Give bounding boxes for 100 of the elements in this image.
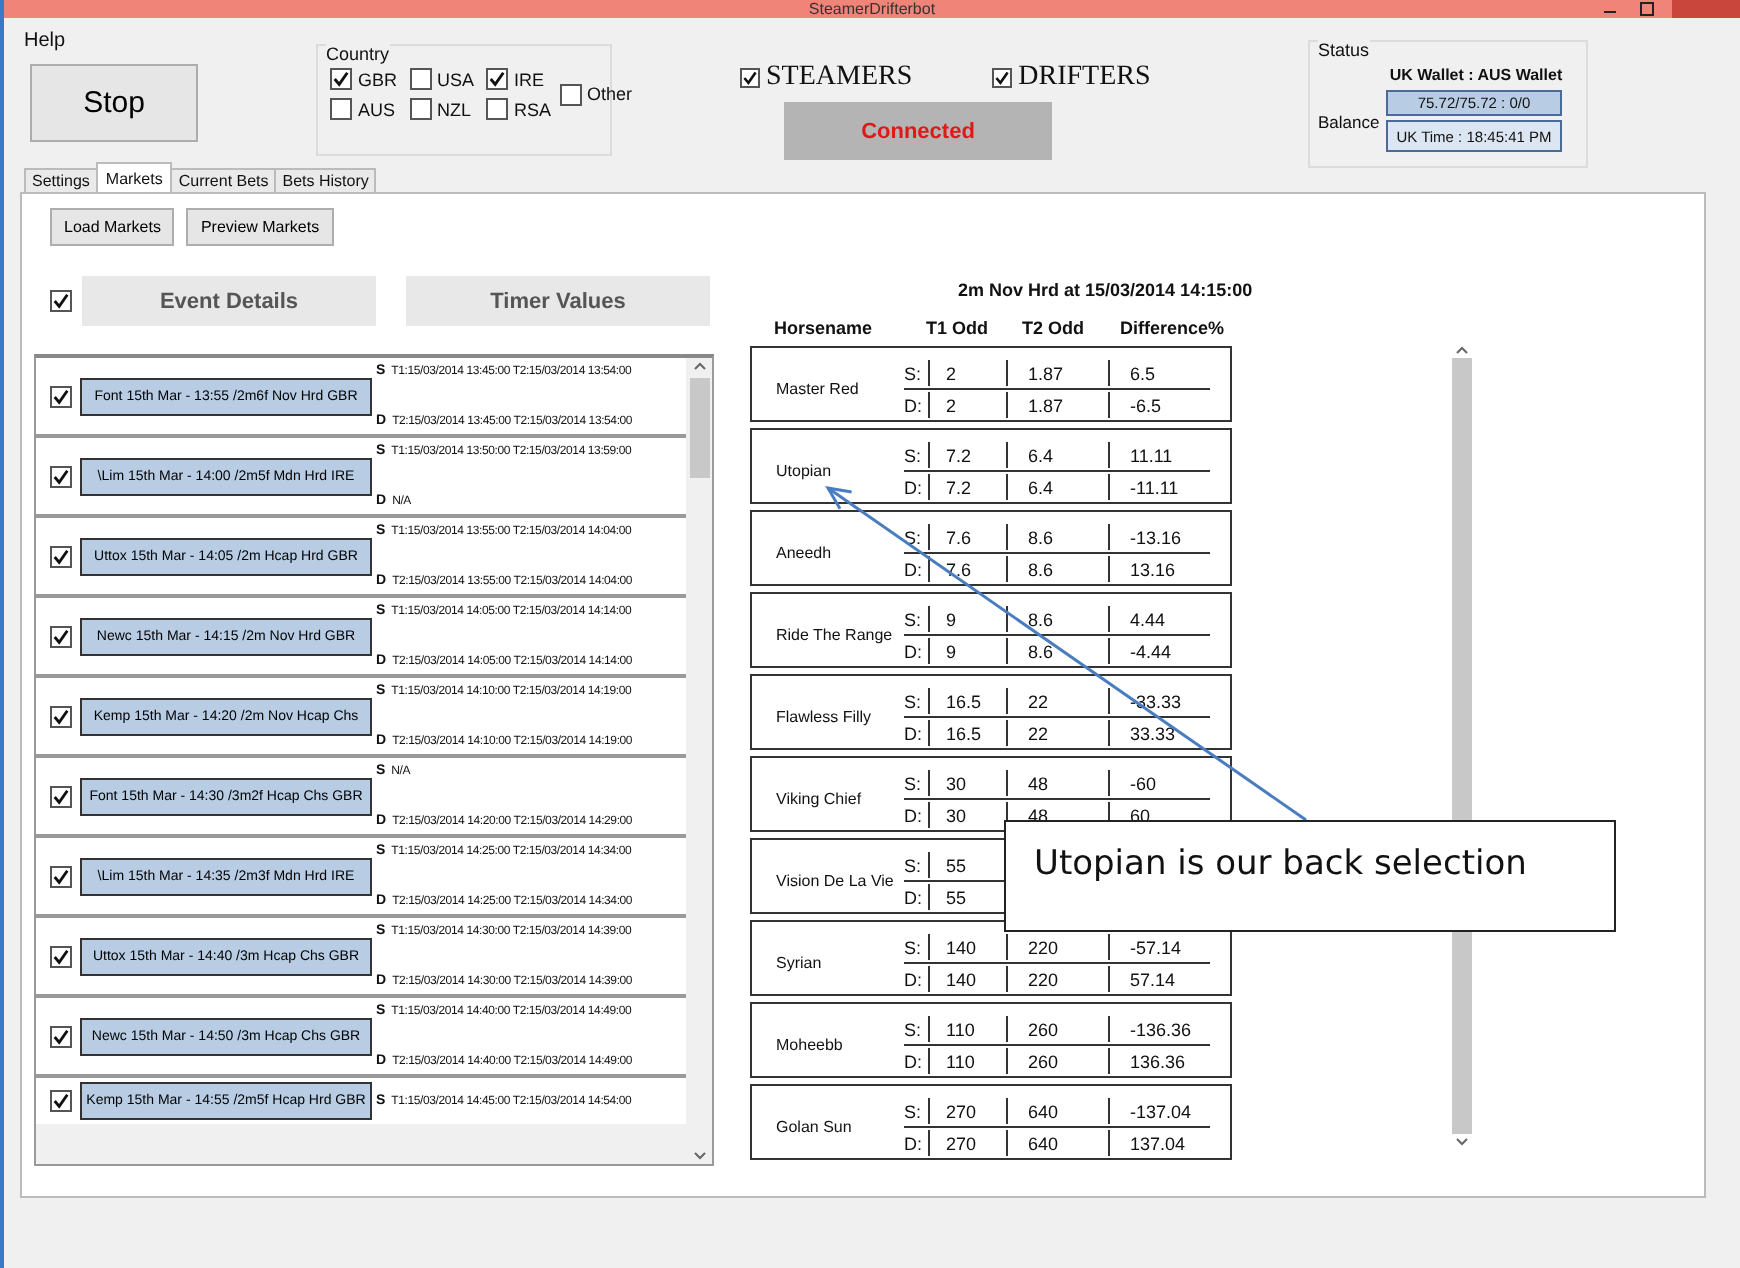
checkbox[interactable] bbox=[330, 98, 352, 120]
odds-value: 140 bbox=[946, 969, 977, 989]
checkbox[interactable] bbox=[486, 68, 509, 90]
checkbox[interactable] bbox=[50, 1090, 72, 1112]
checkbox[interactable] bbox=[559, 83, 582, 105]
difference-value: 137.04 bbox=[1130, 1133, 1186, 1153]
horse-name: Aneedh bbox=[774, 544, 834, 562]
checkbox[interactable] bbox=[50, 545, 72, 567]
column-header: Horsename bbox=[772, 318, 875, 342]
market-title: 2m Nov Hrd at 15/03/2014 14:15:00 bbox=[958, 280, 1255, 300]
checkbox[interactable] bbox=[50, 945, 72, 967]
horse-name: Utopian bbox=[774, 462, 834, 480]
scroll-thumb[interactable] bbox=[689, 378, 709, 478]
checkbox-label: RSA bbox=[514, 99, 552, 119]
odds-value: 220 bbox=[1028, 969, 1059, 989]
checkbox[interactable] bbox=[330, 68, 352, 90]
odds-value: 9 bbox=[946, 641, 957, 661]
odds-value: 8.6 bbox=[1028, 641, 1054, 661]
difference-value: -4.44 bbox=[1130, 641, 1172, 661]
checkbox-label: Other bbox=[587, 84, 633, 104]
horse-name: Syrian bbox=[774, 954, 824, 972]
odds-value: 260 bbox=[1028, 1051, 1059, 1071]
odds-value: 220 bbox=[1028, 937, 1059, 957]
checkbox-label: IRE bbox=[514, 69, 545, 89]
odds-value: 7.2 bbox=[946, 445, 972, 465]
odds-value: 6.4 bbox=[1028, 477, 1054, 497]
checkbox[interactable] bbox=[50, 385, 72, 407]
checkbox[interactable] bbox=[740, 68, 760, 88]
checkbox[interactable] bbox=[992, 68, 1013, 88]
tab[interactable]: Markets bbox=[95, 162, 173, 192]
row-label: D: bbox=[904, 638, 930, 664]
odds-value: 270 bbox=[946, 1101, 977, 1121]
checkbox-label: USA bbox=[437, 69, 475, 89]
horse-name: Golan Sun bbox=[774, 1118, 854, 1136]
odds-value: 22 bbox=[1028, 723, 1049, 743]
group-title: Country bbox=[326, 44, 390, 64]
checkbox[interactable] bbox=[50, 465, 72, 487]
odds-value: 110 bbox=[946, 1019, 975, 1039]
odds-value: 270 bbox=[946, 1133, 977, 1153]
odds-value: 7.2 bbox=[946, 477, 972, 497]
column-header: Difference% bbox=[1120, 318, 1225, 342]
row-label: D: bbox=[904, 802, 930, 828]
tab[interactable]: Current Bets bbox=[170, 168, 277, 192]
checkbox[interactable] bbox=[50, 865, 72, 887]
window-title: SteamerDrifterbot bbox=[808, 0, 936, 18]
checkbox-label: GBR bbox=[358, 69, 398, 89]
difference-value: -136.36 bbox=[1130, 1019, 1192, 1039]
column-header[interactable]: Event Details bbox=[82, 276, 376, 326]
horse-name: Viking Chief bbox=[774, 790, 864, 808]
row-label: D: bbox=[904, 556, 930, 582]
odds-value: 110 bbox=[946, 1051, 975, 1071]
odds-value: 55 bbox=[946, 855, 967, 875]
odds-value: 8.6 bbox=[1028, 527, 1054, 547]
odds-value: 7.6 bbox=[946, 527, 972, 547]
menu-item[interactable]: Help bbox=[24, 30, 66, 52]
checkbox[interactable] bbox=[50, 290, 72, 312]
market-button[interactable]: Preview Markets bbox=[186, 208, 334, 246]
difference-value: -6.5 bbox=[1130, 395, 1162, 415]
odds-value: 16.5 bbox=[946, 691, 982, 711]
difference-value: 6.5 bbox=[1130, 363, 1156, 383]
column-header: T1 Odd bbox=[926, 318, 990, 342]
row-label: D: bbox=[904, 966, 930, 992]
checkbox[interactable] bbox=[409, 98, 432, 120]
row-label: D: bbox=[904, 392, 930, 418]
checkbox[interactable] bbox=[409, 68, 432, 90]
stop-button[interactable]: Stop bbox=[30, 64, 198, 142]
difference-value: -60 bbox=[1130, 773, 1157, 793]
checkbox[interactable] bbox=[50, 705, 72, 727]
difference-value: 57.14 bbox=[1130, 969, 1176, 989]
difference-value: 11.11 bbox=[1130, 445, 1173, 465]
row-label: S: bbox=[904, 1016, 930, 1042]
row-label: S: bbox=[904, 442, 930, 468]
checkbox[interactable] bbox=[50, 1025, 72, 1047]
checkbox[interactable] bbox=[486, 98, 509, 120]
horse-name: Vision De La Vie bbox=[774, 872, 896, 890]
scrollbar[interactable] bbox=[686, 358, 712, 1164]
odds-value: 1.87 bbox=[1028, 363, 1064, 383]
row-label: D: bbox=[904, 884, 930, 910]
odds-value: 9 bbox=[946, 609, 957, 629]
row-label: S: bbox=[904, 934, 930, 960]
maximize-icon[interactable] bbox=[1636, 1, 1656, 17]
connection-status: Connected bbox=[784, 102, 1052, 160]
checkbox[interactable] bbox=[50, 625, 72, 647]
horse-name: Flawless Filly bbox=[774, 708, 874, 726]
odds-value: 140 bbox=[946, 937, 977, 957]
wallet-heading: UK Wallet : AUS Wallet bbox=[1387, 66, 1565, 84]
odds-value: 640 bbox=[1028, 1133, 1059, 1153]
market-button[interactable]: Load Markets bbox=[50, 208, 175, 246]
tab[interactable]: Bets History bbox=[274, 168, 377, 192]
odds-value: 30 bbox=[946, 805, 967, 825]
difference-value: 33.33 bbox=[1130, 723, 1176, 743]
row-label: D: bbox=[904, 720, 930, 746]
row-label: S: bbox=[904, 606, 930, 632]
difference-value: -137.04 bbox=[1130, 1101, 1192, 1121]
tab[interactable]: Settings bbox=[24, 168, 98, 192]
checkbox-label: AUS bbox=[358, 99, 396, 119]
row-label: S: bbox=[904, 852, 930, 878]
checkbox[interactable] bbox=[50, 785, 72, 807]
callout-text: Utopian is our back selection bbox=[1004, 820, 1616, 932]
column-header[interactable]: Timer Values bbox=[406, 276, 710, 326]
